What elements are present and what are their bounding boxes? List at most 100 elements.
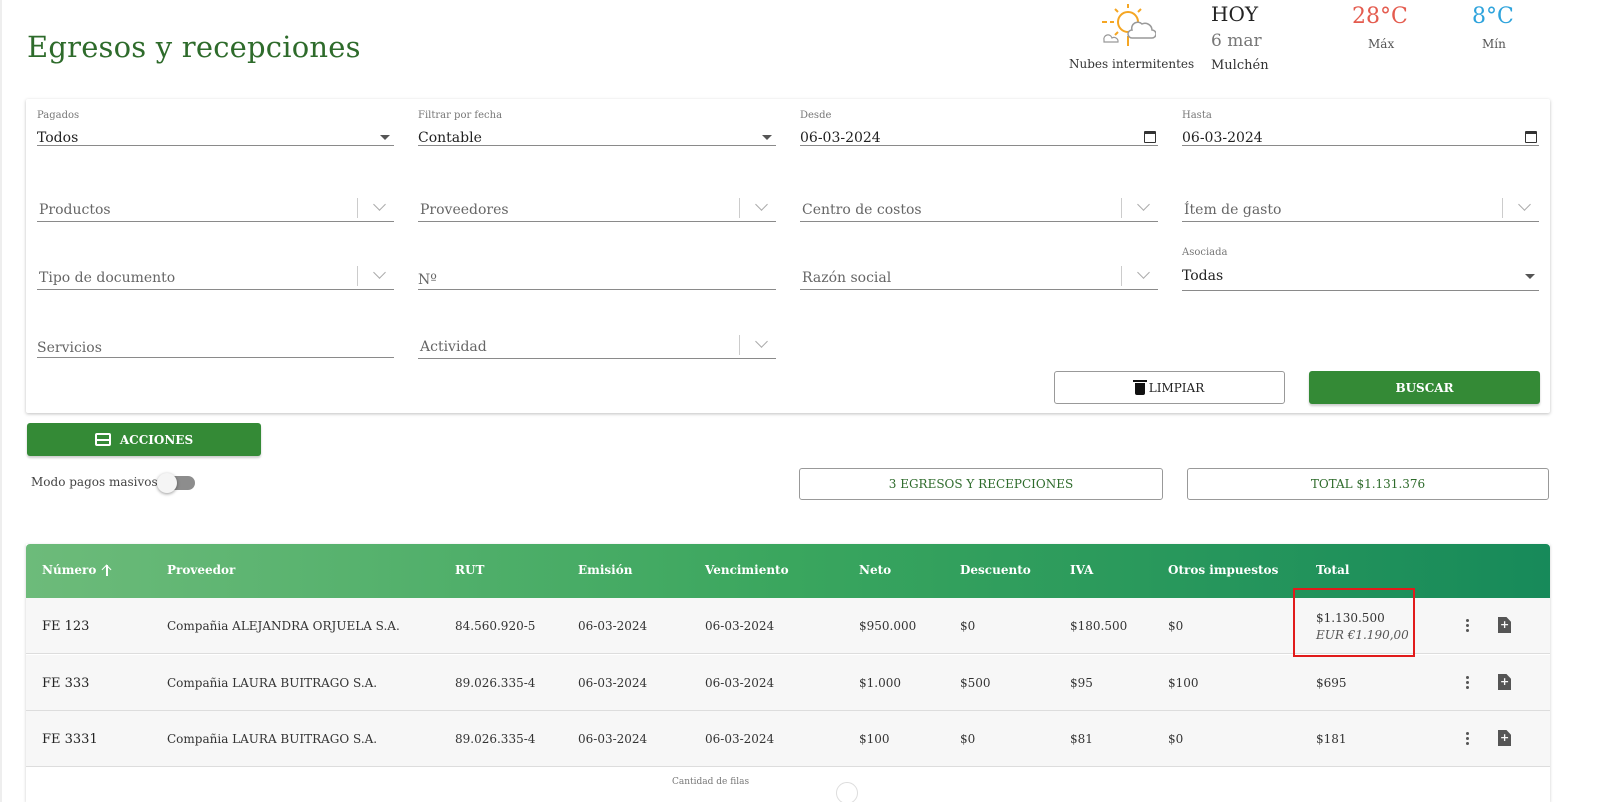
cell-descuento: $500: [960, 676, 991, 690]
cell-iva: $180.500: [1070, 619, 1128, 633]
caret-down-icon: [762, 135, 772, 140]
cell-rut: 89.026.335-4: [455, 732, 536, 746]
count-button[interactable]: 3 EGRESOS Y RECEPCIONES: [799, 468, 1163, 500]
desde-date-field[interactable]: Desde 06-03-2024: [800, 110, 1158, 146]
header-proveedor[interactable]: Proveedor: [167, 563, 235, 577]
desde-label: Desde: [800, 110, 832, 121]
proveedores-placeholder: Proveedores: [420, 202, 509, 218]
more-options-icon[interactable]: [1466, 676, 1470, 690]
add-document-icon[interactable]: [1498, 730, 1511, 746]
centro-costos-placeholder: Centro de costos: [802, 202, 922, 218]
total-button[interactable]: TOTAL $1.131.376: [1187, 468, 1549, 500]
hasta-date-field[interactable]: Hasta 06-03-2024: [1182, 110, 1539, 146]
cell-neto: $100: [859, 732, 890, 746]
tipo-documento-select[interactable]: Tipo de documento: [37, 254, 394, 290]
cell-numero: FE 3331: [42, 732, 98, 747]
add-document-icon[interactable]: [1498, 617, 1511, 633]
calendar-icon[interactable]: [1144, 131, 1156, 143]
header-emision[interactable]: Emisión: [578, 563, 632, 577]
header-descuento[interactable]: Descuento: [960, 563, 1031, 577]
buscar-button[interactable]: BUSCAR: [1309, 371, 1540, 404]
numero-input[interactable]: Nº: [418, 254, 776, 290]
cell-proveedor: Compañia ALEJANDRA ORJUELA S.A.: [167, 619, 400, 633]
more-options-icon[interactable]: [1466, 619, 1470, 633]
chevron-down-icon[interactable]: [755, 198, 768, 211]
select-separator: [1502, 198, 1503, 218]
razon-social-select[interactable]: Razón social: [800, 254, 1158, 290]
chevron-down-icon[interactable]: [1518, 198, 1531, 211]
limpiar-label: LIMPIAR: [1148, 380, 1205, 395]
page-left-border: [0, 0, 2, 802]
actividad-placeholder: Actividad: [420, 339, 487, 355]
desde-value: 06-03-2024: [800, 130, 881, 146]
item-gasto-select[interactable]: Ítem de gasto: [1182, 186, 1539, 222]
cell-vencimiento: 06-03-2024: [705, 732, 775, 746]
caret-down-icon: [380, 135, 390, 140]
header-numero-label: Número: [42, 563, 97, 577]
proveedores-select[interactable]: Proveedores: [418, 186, 776, 222]
header-numero[interactable]: Número: [42, 563, 112, 577]
weather-max-temp: 28°C: [1352, 4, 1408, 29]
calendar-icon[interactable]: [1525, 131, 1537, 143]
cell-numero: FE 123: [42, 619, 90, 634]
cell-total: $695: [1316, 676, 1347, 690]
header-vencimiento[interactable]: Vencimiento: [705, 563, 789, 577]
chevron-down-icon[interactable]: [1137, 266, 1150, 279]
chevron-down-icon[interactable]: [373, 198, 386, 211]
cell-neto: $1.000: [859, 676, 901, 690]
modo-pagos-toggle[interactable]: [157, 473, 195, 493]
partly-cloudy-sun-icon: [1102, 4, 1156, 46]
servicios-placeholder: Servicios: [37, 340, 102, 356]
productos-select[interactable]: Productos: [37, 186, 394, 222]
table-row[interactable]: FE 3331 Compañia LAURA BUITRAGO S.A. 89.…: [26, 711, 1550, 767]
header-rut[interactable]: RUT: [455, 563, 484, 577]
asociada-select[interactable]: Asociada Todas: [1182, 247, 1539, 291]
chevron-down-icon[interactable]: [755, 335, 768, 348]
chevron-down-icon[interactable]: [373, 266, 386, 279]
modo-pagos-label: Modo pagos masivos: [31, 475, 158, 489]
actividad-select[interactable]: Actividad: [418, 323, 776, 359]
table-row[interactable]: FE 333 Compañia LAURA BUITRAGO S.A. 89.0…: [26, 655, 1550, 711]
header-otros-impuestos[interactable]: Otros impuestos: [1168, 563, 1278, 577]
acciones-button[interactable]: ACCIONES: [27, 423, 261, 456]
tipo-documento-placeholder: Tipo de documento: [39, 270, 176, 286]
rows-per-page-label: Cantidad de filas: [672, 777, 750, 787]
filtrar-fecha-value: Contable: [418, 130, 482, 146]
cell-otros: $100: [1168, 676, 1199, 690]
pagados-select[interactable]: Pagados Todos: [37, 110, 394, 146]
cell-neto: $950.000: [859, 619, 917, 633]
cell-proveedor: Compañia LAURA BUITRAGO S.A.: [167, 676, 378, 690]
cell-otros: $0: [1168, 732, 1184, 746]
cell-iva: $95: [1070, 676, 1093, 690]
hasta-label: Hasta: [1182, 110, 1212, 121]
cell-total: $181: [1316, 732, 1347, 746]
add-document-icon[interactable]: [1498, 674, 1511, 690]
header-total[interactable]: Total: [1316, 563, 1349, 577]
cell-otros: $0: [1168, 619, 1184, 633]
weather-min-temp: 8°C: [1472, 4, 1514, 29]
limpiar-button[interactable]: LIMPIAR: [1054, 371, 1285, 404]
weather-description: Nubes intermitentes: [1069, 57, 1195, 71]
productos-placeholder: Productos: [39, 202, 111, 218]
caret-down-icon: [1525, 274, 1535, 279]
servicios-input[interactable]: Servicios: [37, 322, 394, 358]
cell-vencimiento: 06-03-2024: [705, 676, 775, 690]
select-separator: [739, 335, 740, 355]
rows-per-page-select[interactable]: [836, 782, 858, 802]
header-neto[interactable]: Neto: [859, 563, 891, 577]
hasta-value: 06-03-2024: [1182, 130, 1263, 146]
numero-placeholder: Nº: [418, 272, 437, 288]
cell-emision: 06-03-2024: [578, 732, 648, 746]
pagados-value: Todos: [37, 130, 79, 146]
select-separator: [1121, 198, 1122, 218]
more-options-icon[interactable]: [1466, 732, 1470, 746]
cell-emision: 06-03-2024: [578, 619, 648, 633]
asociada-label: Asociada: [1182, 247, 1228, 258]
filtrar-fecha-select[interactable]: Filtrar por fecha Contable: [418, 110, 776, 146]
inbox-icon: [94, 433, 111, 446]
centro-costos-select[interactable]: Centro de costos: [800, 186, 1158, 222]
header-iva[interactable]: IVA: [1070, 563, 1093, 577]
chevron-down-icon[interactable]: [1137, 198, 1150, 211]
toggle-knob[interactable]: [157, 473, 177, 493]
select-separator: [739, 198, 740, 218]
